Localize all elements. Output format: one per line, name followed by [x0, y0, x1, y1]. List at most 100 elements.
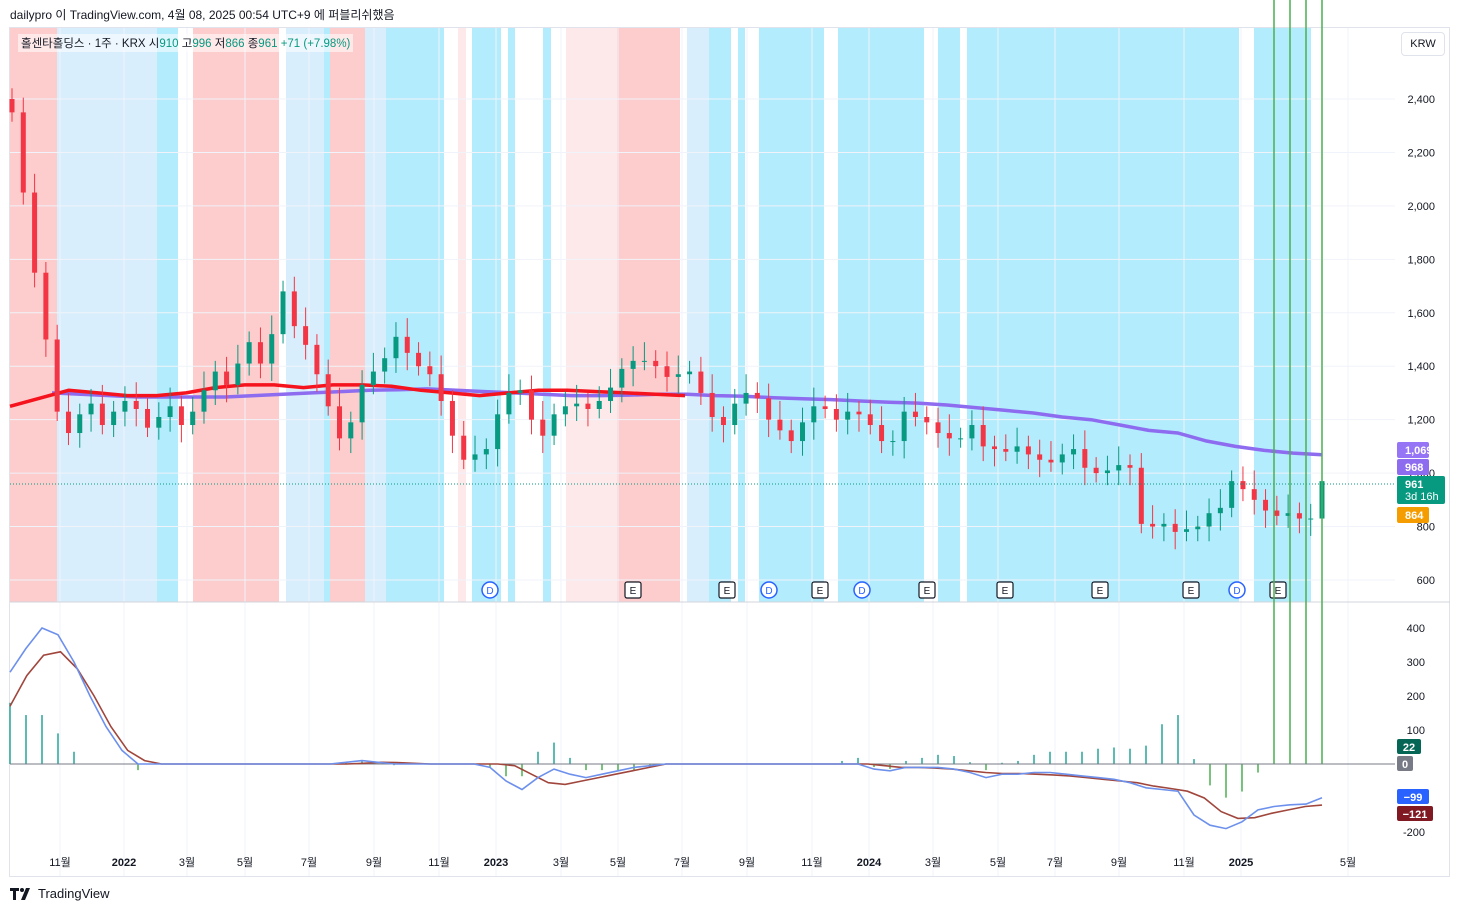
candle-body [1183, 529, 1189, 532]
low-label: 저 [214, 38, 226, 50]
candle-body [1161, 523, 1167, 527]
candle-body [1138, 467, 1144, 524]
price-tick-label: 2,000 [1407, 201, 1435, 213]
earnings-marker[interactable]: E [1091, 581, 1109, 599]
earnings-marker[interactable]: E [996, 581, 1014, 599]
footer-brand-label: TradingView [38, 886, 110, 901]
high-label: 고 [181, 38, 193, 50]
earnings-marker-label: E [1275, 586, 1282, 597]
price-tag-value: 864 [1405, 510, 1424, 522]
background-band [709, 28, 731, 602]
price-tags: 1,069 968 9613d 16h 864 [1397, 442, 1445, 523]
dividend-marker-label: D [858, 586, 865, 597]
dividend-marker[interactable]: D [760, 581, 778, 599]
candle-body [43, 272, 49, 340]
candle-body [438, 374, 444, 401]
chart-canvas[interactable]: DEEDEDEEEEDE 6008001,0001,2001,4001,6001… [0, 0, 1460, 912]
candle-body [1217, 507, 1223, 514]
candle-body [709, 392, 715, 417]
time-tick-label: 9월 [366, 856, 382, 869]
background-band [324, 28, 330, 602]
dividend-marker[interactable]: D [853, 581, 871, 599]
candle-body [1150, 523, 1156, 527]
candle-body [1308, 518, 1314, 520]
candle-body [99, 403, 105, 426]
macd-value-tag-label: 0 [1402, 759, 1408, 771]
candle-body [1263, 499, 1269, 511]
candle-body [664, 366, 670, 377]
time-tick-label: 9월 [739, 856, 755, 869]
earnings-marker[interactable]: E [1182, 581, 1200, 599]
background-bands [10, 28, 1311, 602]
candle-body [879, 425, 885, 442]
candle-body [1240, 481, 1246, 490]
candle-body [630, 360, 636, 369]
candle-body [427, 366, 433, 375]
time-tick-label: 11월 [1173, 856, 1195, 869]
price-tick-label: 1,800 [1407, 254, 1435, 266]
time-tick-label: 7월 [674, 856, 690, 869]
candle-body [562, 406, 568, 415]
candle-body [32, 192, 38, 273]
time-tick-label: 9월 [1111, 856, 1127, 869]
candle-body [280, 291, 286, 335]
candle-body [743, 392, 749, 404]
close-label: 종 [247, 38, 259, 50]
earnings-marker[interactable]: E [624, 581, 642, 599]
open-value: 910 [159, 38, 179, 50]
macd-value-tag-label: 22 [1403, 742, 1415, 754]
candle-body [359, 384, 365, 423]
background-band [508, 28, 515, 602]
background-band [687, 28, 709, 602]
earnings-marker[interactable]: E [918, 581, 936, 599]
candle-body [698, 371, 704, 393]
candle-body [246, 342, 252, 364]
earnings-marker-label: E [1002, 586, 1009, 597]
dividend-marker[interactable]: D [481, 581, 499, 599]
candle-body [890, 441, 896, 443]
candle-body [461, 435, 467, 460]
background-band [1254, 28, 1311, 602]
macd-signal-line [9, 650, 1323, 820]
candle-body [585, 403, 591, 409]
candle-body [1251, 489, 1257, 500]
time-tick-label: 7월 [1047, 856, 1063, 869]
candle-body [833, 408, 839, 420]
candle-body [1172, 523, 1178, 532]
candle-body [766, 398, 772, 420]
background-band [938, 28, 960, 602]
earnings-marker-label: E [817, 586, 824, 597]
candle-body [483, 449, 489, 455]
candle-body [912, 411, 918, 417]
currency-button[interactable]: KRW [1401, 32, 1445, 56]
background-band [759, 28, 824, 602]
earnings-marker[interactable]: E [1269, 581, 1287, 599]
footer-brand[interactable]: TradingView [10, 886, 110, 901]
candle-body [551, 414, 557, 436]
candle-body [472, 454, 478, 460]
candle-body [980, 425, 986, 447]
price-tick-label: 1,200 [1407, 415, 1435, 427]
earnings-marker[interactable]: E [811, 581, 829, 599]
background-band [543, 28, 551, 602]
candle-body [1071, 449, 1077, 455]
candle-body [201, 390, 207, 412]
background-band [193, 28, 279, 602]
candle-body [416, 352, 422, 367]
price-tick-label: 1,600 [1407, 308, 1435, 320]
price-tag-value: 968 [1405, 462, 1423, 474]
candle-body [1048, 459, 1054, 463]
earnings-marker[interactable]: E [718, 581, 736, 599]
background-band [566, 28, 617, 602]
candle-body [495, 414, 501, 450]
background-band [738, 28, 745, 602]
background-band [617, 28, 680, 602]
candle-body [732, 403, 738, 426]
candle-body [1025, 446, 1031, 455]
symbol-info-legend[interactable]: 홀센타홀딩스 · 1주 · KRX 시910 고996 저866 종961 +7… [18, 34, 354, 52]
dividend-marker[interactable]: D [1228, 581, 1246, 599]
price-tick-label: 600 [1417, 575, 1435, 587]
time-tick-label: 11월 [801, 856, 823, 869]
candle-body [20, 112, 26, 193]
candle-body [393, 336, 399, 359]
